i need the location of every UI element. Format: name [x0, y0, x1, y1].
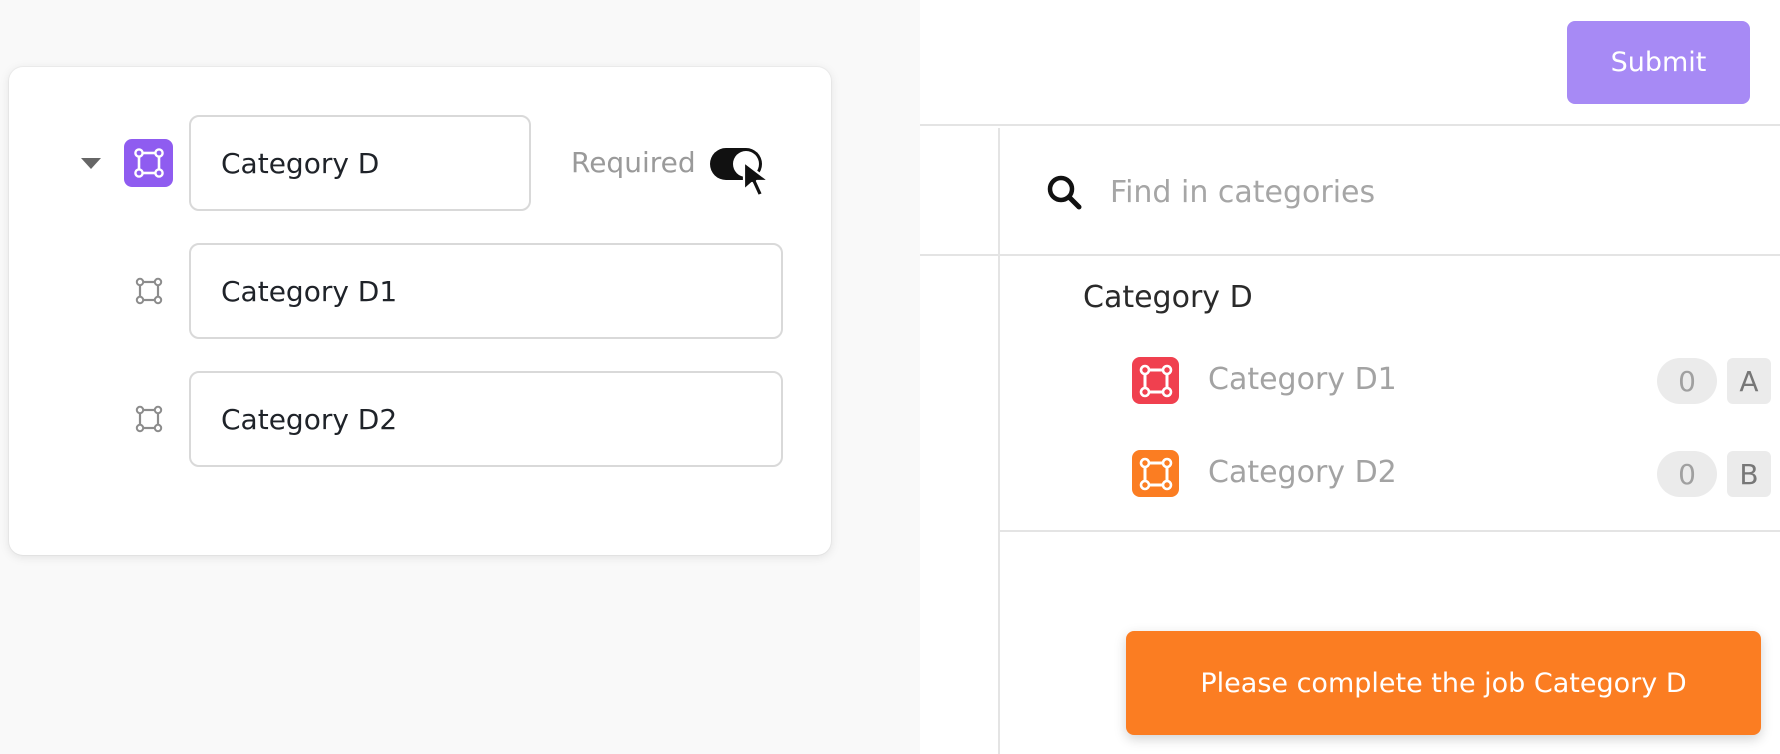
subcategory-name-value: Category D1 — [221, 274, 398, 308]
category-item-label[interactable]: Category D2 — [1208, 455, 1397, 490]
toast-message: Please complete the job Category D — [1200, 667, 1687, 699]
count-badge: 0 — [1657, 451, 1717, 497]
bounding-box-icon — [133, 275, 165, 307]
category-name-value: Category D — [221, 146, 380, 180]
mouse-cursor-icon — [742, 160, 771, 198]
hotkey-badge: B — [1727, 451, 1771, 497]
category-group-title: Category D — [1083, 280, 1253, 315]
divider — [998, 530, 1780, 532]
category-search-input[interactable] — [1108, 168, 1672, 216]
divider — [998, 128, 1000, 754]
bounding-box-icon[interactable] — [1132, 450, 1179, 497]
hotkey-badge: A — [1727, 358, 1771, 404]
required-label: Required — [571, 146, 696, 179]
category-name-field[interactable]: Category D — [189, 115, 531, 211]
bounding-box-icon[interactable] — [1132, 357, 1179, 404]
subcategory-name-field[interactable]: Category D1 — [189, 243, 783, 339]
subcategory-name-field[interactable]: Category D2 — [189, 371, 783, 467]
submit-button[interactable]: Submit — [1567, 21, 1750, 104]
divider — [920, 124, 1780, 126]
bounding-box-icon — [124, 139, 173, 187]
category-item-label[interactable]: Category D1 — [1208, 362, 1397, 397]
subcategory-name-value: Category D2 — [221, 402, 398, 436]
caret-down-icon[interactable] — [81, 158, 101, 169]
divider — [920, 254, 1780, 256]
bounding-box-icon — [133, 403, 165, 435]
notification-toast: Please complete the job Category D — [1126, 631, 1761, 735]
search-icon — [1047, 175, 1082, 210]
count-badge: 0 — [1657, 358, 1717, 404]
